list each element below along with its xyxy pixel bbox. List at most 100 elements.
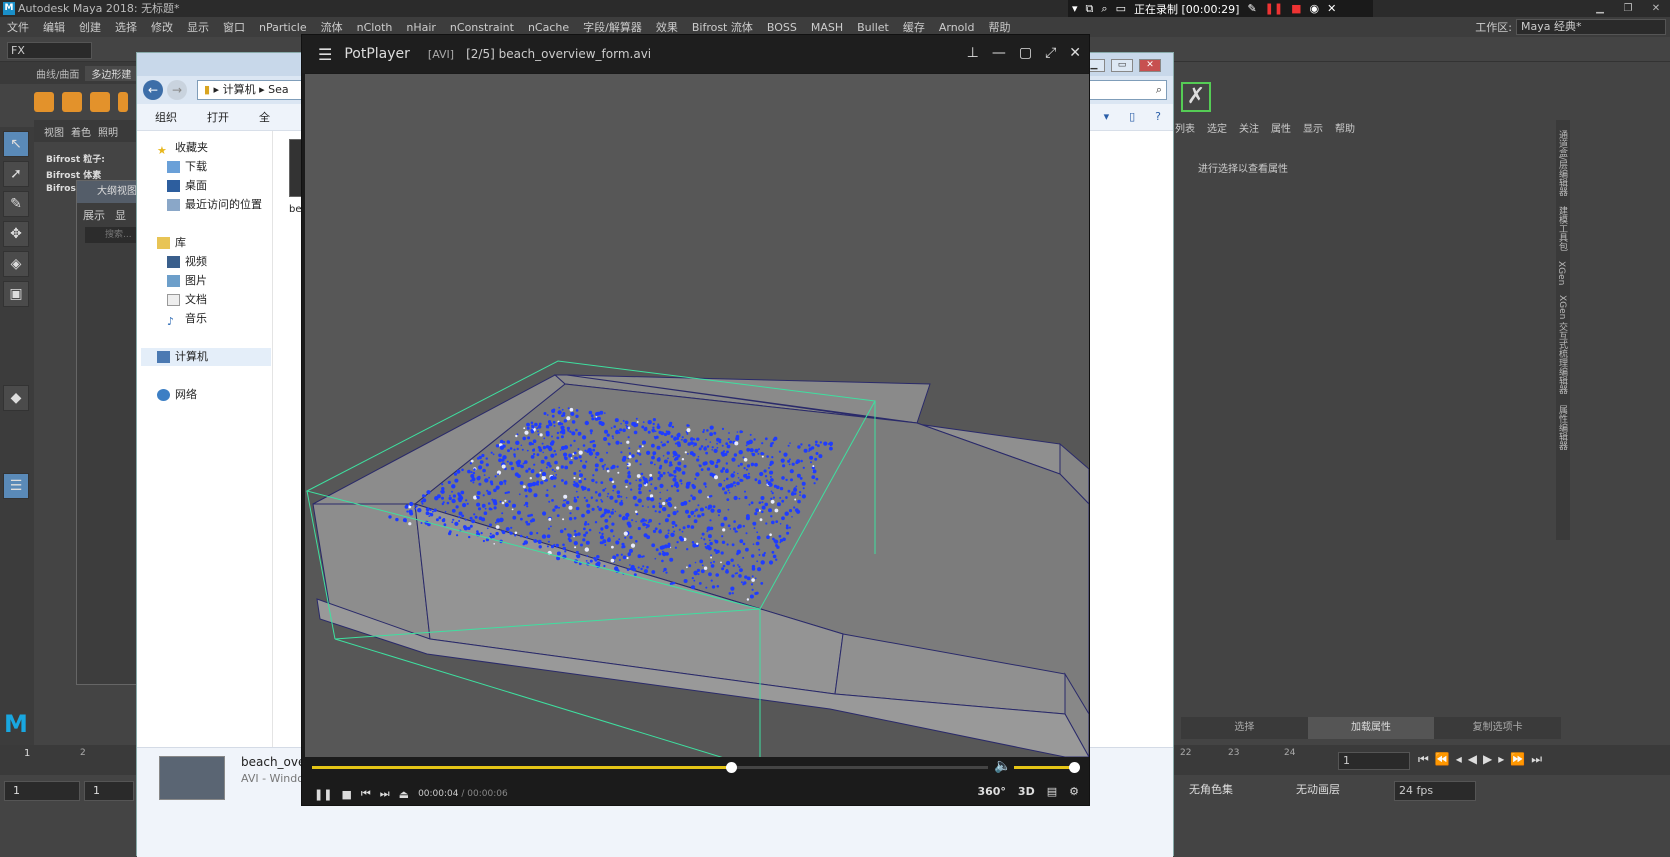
attr-menu-list[interactable]: 列表 <box>1175 120 1195 135</box>
menu-item[interactable]: nCloth <box>350 21 400 34</box>
file-name-label[interactable]: be <box>289 204 302 215</box>
play-forward-icon[interactable]: ▶ <box>1483 752 1492 767</box>
open-button[interactable]: 打开 <box>207 109 229 125</box>
menu-item[interactable]: Arnold <box>932 21 982 34</box>
forward-icon[interactable]: → <box>167 80 187 100</box>
tab-attribute-editor[interactable]: 属性编辑器 <box>1556 405 1569 450</box>
tab-channel-box[interactable]: 通道盒/层编辑器 <box>1556 130 1569 196</box>
go-to-start-icon[interactable]: ⏮ <box>1418 752 1429 767</box>
volume-handle[interactable] <box>1069 762 1080 773</box>
attr-menu-focus[interactable]: 关注 <box>1239 120 1259 135</box>
close-icon[interactable]: ✕ <box>1642 0 1670 17</box>
outliner-menu-show[interactable]: 显 <box>115 207 126 223</box>
help-icon[interactable]: ? <box>1155 110 1161 123</box>
nav-videos[interactable]: 视频 <box>167 253 207 271</box>
nav-network[interactable]: 网络 <box>157 386 197 404</box>
settings-icon[interactable]: ⚙ <box>1069 785 1079 798</box>
menu-item[interactable]: Bifrost 流体 <box>685 19 760 35</box>
minimize-icon[interactable]: — <box>992 45 1006 61</box>
step-forward-icon[interactable]: ▸ <box>1498 752 1504 767</box>
menu-item[interactable]: 选择 <box>108 19 144 35</box>
menu-item[interactable]: 创建 <box>72 19 108 35</box>
range-inner-field[interactable]: 1 <box>84 781 134 801</box>
dropdown-icon[interactable]: ▾ <box>1072 2 1078 15</box>
outliner-menu-display[interactable]: 展示 <box>83 207 105 223</box>
shelf-tab-curves[interactable]: 曲线/曲面 <box>30 66 85 81</box>
workspace-dropdown[interactable]: Maya 经典* <box>1516 19 1666 35</box>
layout-single-icon[interactable]: ◆ <box>3 385 29 411</box>
menu-item[interactable]: nHair <box>399 21 443 34</box>
nav-documents[interactable]: 文档 <box>167 291 207 309</box>
panel-menu-lighting[interactable]: 照明 <box>98 124 118 139</box>
step-forward-key-icon[interactable]: ⏩ <box>1510 752 1525 767</box>
menu-item[interactable]: 窗口 <box>216 19 252 35</box>
menu-item[interactable]: 字段/解算器 <box>576 19 649 35</box>
camera-icon[interactable]: ◉ <box>1310 2 1320 15</box>
volume-slider[interactable] <box>1014 766 1074 769</box>
attr-menu-attributes[interactable]: 属性 <box>1271 120 1291 135</box>
fullscreen-icon[interactable]: ⤢ <box>1045 45 1056 61</box>
nav-music[interactable]: ♪ 音乐 <box>167 310 207 328</box>
back-icon[interactable]: ← <box>143 80 163 100</box>
xgen-icon[interactable]: ✗ <box>1181 82 1211 112</box>
copy-tab-button[interactable]: 复制选项卡 <box>1434 717 1562 739</box>
go-to-end-icon[interactable]: ⏭ <box>1531 752 1542 767</box>
select-button[interactable]: 选择 <box>1181 717 1308 739</box>
stop-icon[interactable]: ■ <box>341 788 351 801</box>
select-tool-icon[interactable]: ↖ <box>3 131 29 157</box>
breadcrumb-folder[interactable]: Sea <box>268 83 289 96</box>
attr-menu-selected[interactable]: 选定 <box>1207 120 1227 135</box>
menu-item[interactable]: BOSS <box>760 21 804 34</box>
menu-item[interactable]: MASH <box>804 21 850 34</box>
fps-dropdown[interactable]: 24 fps <box>1394 781 1476 801</box>
tab-xgen[interactable]: XGen <box>1556 261 1566 285</box>
menu-item[interactable]: 帮助 <box>981 19 1017 35</box>
range-start-field[interactable]: 1 <box>4 781 80 801</box>
menu-item[interactable]: 编辑 <box>36 19 72 35</box>
shelf-tab-poly[interactable]: 多边形建 <box>85 65 138 81</box>
playlist-icon[interactable]: ▤ <box>1047 785 1057 798</box>
nav-desktop[interactable]: 桌面 <box>167 177 207 195</box>
all-button[interactable]: 全 <box>259 109 270 125</box>
pen-icon[interactable]: ✎ <box>1247 2 1256 15</box>
tab-xgen-groom[interactable]: XGen 交互式梳理编辑器 <box>1556 295 1569 394</box>
attr-menu-help[interactable]: 帮助 <box>1335 120 1355 135</box>
play-back-icon[interactable]: ◀ <box>1468 752 1477 767</box>
poly-cube-icon[interactable] <box>62 92 82 112</box>
next-icon[interactable]: ⏭ <box>380 787 390 801</box>
nav-pictures[interactable]: 图片 <box>167 272 207 290</box>
menu-item[interactable]: 流体 <box>314 19 350 35</box>
anim-layer-dropdown[interactable]: 无动画层 <box>1288 781 1388 801</box>
vr-360-button[interactable]: 360° <box>977 785 1005 798</box>
breadcrumb-computer[interactable]: 计算机 <box>223 83 256 96</box>
menu-item[interactable]: Bullet <box>850 21 896 34</box>
search-icon[interactable]: ⌕ <box>1101 2 1107 16</box>
volume-icon[interactable]: 🔈 <box>994 758 1011 774</box>
preview-pane-icon[interactable]: ▯ <box>1129 110 1135 123</box>
address-bar[interactable]: ▮ ▸ 计算机 ▸ Sea <box>197 80 307 100</box>
attr-menu-show[interactable]: 显示 <box>1303 120 1323 135</box>
list-item[interactable]: Bifrost 粒子: <box>46 152 146 168</box>
stop-record-icon[interactable]: ■ <box>1291 2 1301 15</box>
eject-icon[interactable]: ⏏ <box>399 788 409 801</box>
menuset-dropdown[interactable]: FX <box>7 42 92 59</box>
menu-item[interactable]: 文件 <box>0 19 36 35</box>
move-tool-icon[interactable]: ✥ <box>3 221 29 247</box>
poly-cone-icon[interactable] <box>118 92 128 112</box>
menu-item[interactable]: 显示 <box>180 19 216 35</box>
panel-menu-view[interactable]: 视图 <box>44 124 64 139</box>
nav-recent[interactable]: 最近访问的位置 <box>167 196 262 214</box>
close-icon[interactable]: ✕ <box>1139 59 1161 72</box>
panel-menu-shading[interactable]: 着色 <box>71 124 91 139</box>
maximize-icon[interactable]: ▢ <box>1019 45 1032 61</box>
search-icon[interactable]: ⌕ <box>1087 80 1167 100</box>
pin-icon[interactable]: ⊥ <box>967 45 979 61</box>
menu-item[interactable]: 修改 <box>144 19 180 35</box>
organize-button[interactable]: 组织 <box>155 109 177 125</box>
outliner-layout-icon[interactable]: ☰ <box>3 473 29 499</box>
poly-cylinder-icon[interactable] <box>90 92 110 112</box>
maximize-icon[interactable]: ▭ <box>1111 59 1133 72</box>
lasso-tool-icon[interactable]: ➚ <box>3 161 29 187</box>
close-icon[interactable]: ✕ <box>1327 2 1336 15</box>
step-back-key-icon[interactable]: ⏪ <box>1435 752 1450 767</box>
